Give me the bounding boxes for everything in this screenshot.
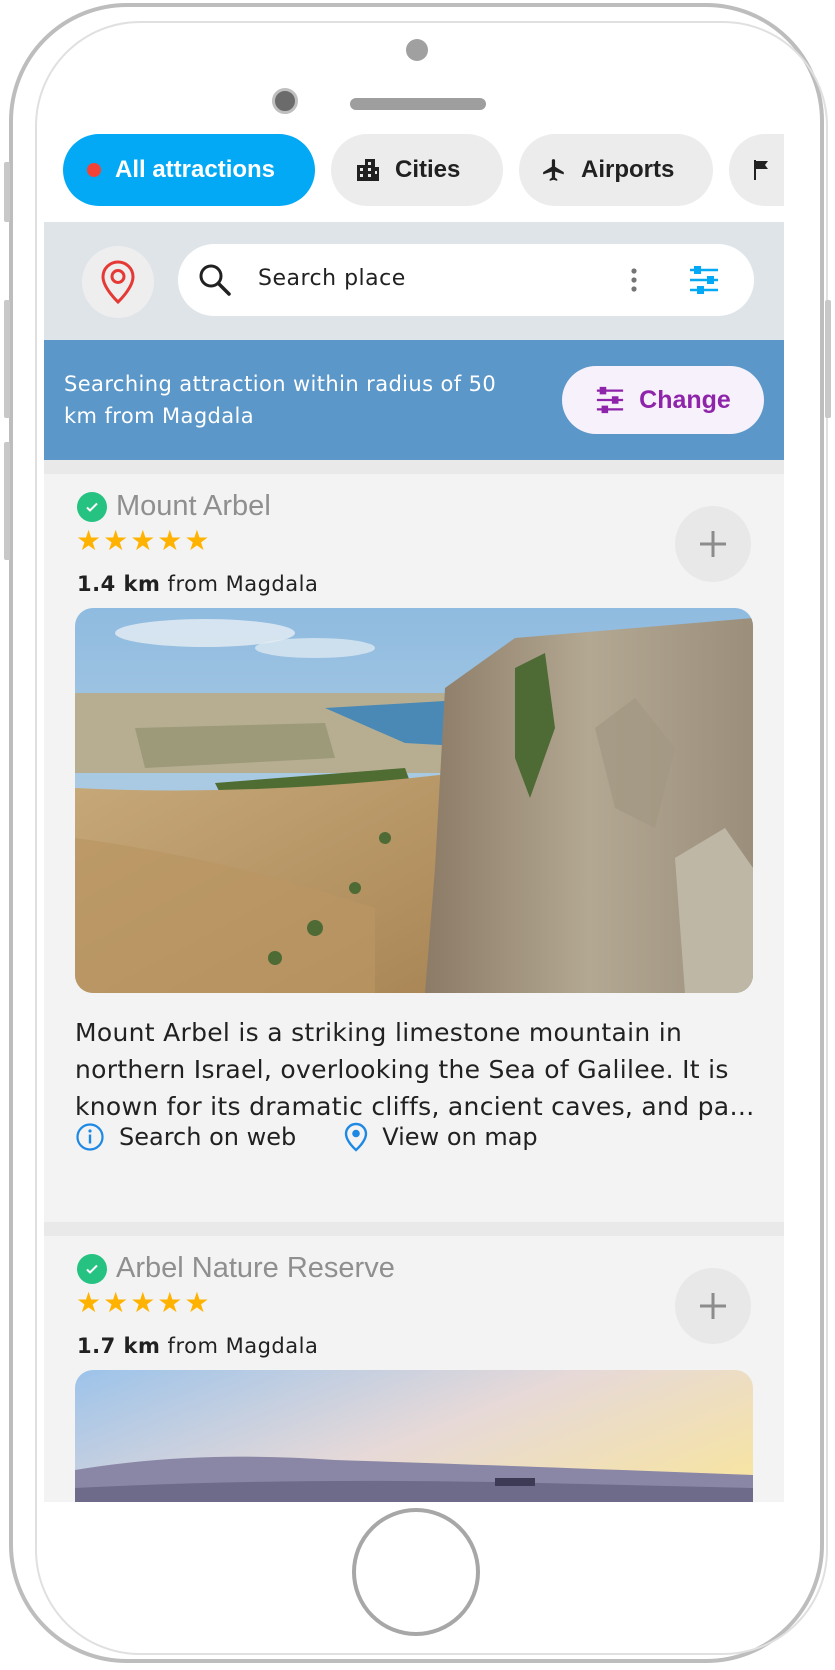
map-pin-icon xyxy=(101,260,135,305)
flag-icon xyxy=(754,160,768,180)
power-button xyxy=(825,300,831,418)
location-pin-icon xyxy=(345,1122,368,1152)
card-divider xyxy=(44,460,784,474)
volume-down-button xyxy=(4,442,10,560)
category-filter-bar: All attractions Cities Airports xyxy=(44,118,784,222)
chip-all-attractions[interactable]: All attractions xyxy=(63,134,315,206)
attraction-title: Arbel Nature Reserve xyxy=(116,1252,395,1284)
distance-value: 1.4 km xyxy=(77,572,161,596)
chip-airports[interactable]: Airports xyxy=(519,134,713,206)
attraction-photo[interactable] xyxy=(75,608,753,993)
chip-label: Cities xyxy=(395,156,461,183)
filter-sliders-icon[interactable] xyxy=(688,264,720,296)
attraction-actions: Search on web View on map xyxy=(75,1122,586,1152)
proximity-sensor xyxy=(406,39,428,61)
tune-sliders-icon xyxy=(597,386,624,414)
more-vertical-icon[interactable] xyxy=(630,267,638,293)
city-buildings-icon xyxy=(357,159,379,181)
airplane-icon xyxy=(543,159,564,181)
attraction-card[interactable]: Arbel Nature Reserve ★★★★★ 1.7 km from M… xyxy=(44,1236,784,1502)
attraction-distance: 1.4 km from Magdala xyxy=(77,572,318,596)
verified-check-icon xyxy=(77,1254,107,1284)
change-button-label: Change xyxy=(639,385,731,414)
search-area: Search place xyxy=(44,222,784,340)
distance-suffix: from Magdala xyxy=(160,572,319,596)
chip-cities[interactable]: Cities xyxy=(331,134,503,206)
add-attraction-button[interactable] xyxy=(675,506,751,582)
home-button[interactable] xyxy=(352,1508,480,1636)
card-divider xyxy=(44,1222,784,1236)
plus-icon xyxy=(700,1293,726,1319)
chip-landmarks[interactable] xyxy=(729,134,784,206)
chip-label: Airports xyxy=(581,156,675,183)
active-dot-icon xyxy=(87,163,101,177)
current-location-button[interactable] xyxy=(82,246,154,318)
distance-value: 1.7 km xyxy=(77,1334,161,1358)
attraction-photo[interactable] xyxy=(75,1370,753,1502)
plus-icon xyxy=(700,531,726,557)
verified-check-icon xyxy=(77,492,107,522)
view-on-map-label: View on map xyxy=(382,1123,538,1151)
view-on-map-link[interactable]: View on map xyxy=(344,1122,538,1152)
attraction-title: Mount Arbel xyxy=(116,490,271,522)
search-icon xyxy=(199,264,231,296)
rating-stars: ★★★★★ xyxy=(76,1286,212,1319)
radius-banner: Searching attraction within radius of 50… xyxy=(44,340,784,460)
radius-banner-text: Searching attraction within radius of 50… xyxy=(64,372,497,428)
attraction-distance: 1.7 km from Magdala xyxy=(77,1334,318,1358)
rating-stars: ★★★★★ xyxy=(76,524,212,557)
change-radius-button[interactable]: Change xyxy=(562,366,764,434)
earpiece-speaker xyxy=(350,98,486,110)
add-attraction-button[interactable] xyxy=(675,1268,751,1344)
chip-label: All attractions xyxy=(115,156,276,183)
app-screen: All attractions Cities Airports Search p… xyxy=(44,118,784,1502)
attraction-description: Mount Arbel is a striking limestone moun… xyxy=(75,1018,755,1121)
info-icon xyxy=(76,1123,104,1151)
mute-switch xyxy=(4,162,10,222)
search-placeholder: Search place xyxy=(258,266,406,291)
search-input[interactable]: Search place xyxy=(178,244,754,316)
front-camera xyxy=(272,88,298,114)
search-on-web-label: Search on web xyxy=(119,1123,297,1151)
search-on-web-link[interactable]: Search on web xyxy=(75,1122,296,1152)
distance-suffix: from Magdala xyxy=(160,1334,319,1358)
attraction-card[interactable]: Mount Arbel ★★★★★ 1.4 km from Magdala Mo… xyxy=(44,474,784,1334)
volume-up-button xyxy=(4,300,10,418)
